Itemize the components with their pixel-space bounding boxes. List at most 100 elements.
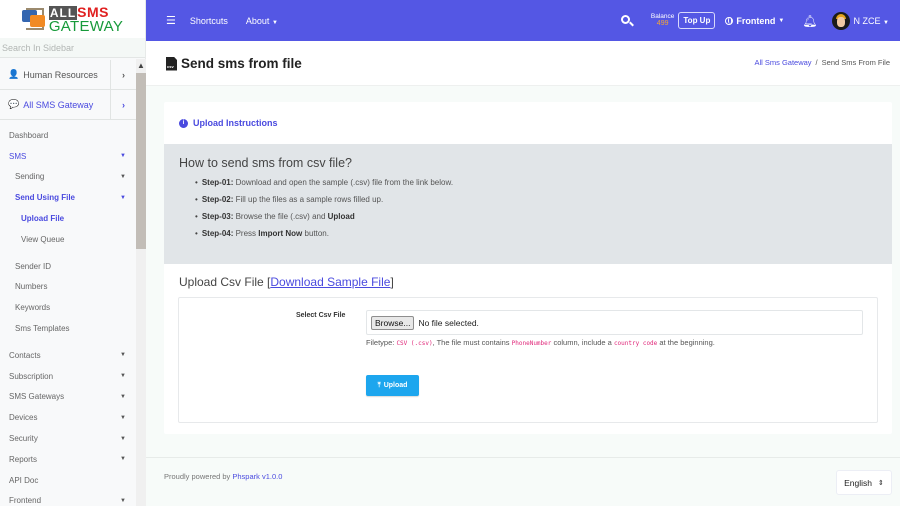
sidebar-item-subscription[interactable]: Subscription ▼ bbox=[0, 366, 136, 387]
sidebar-item-numbers[interactable]: Numbers bbox=[0, 277, 136, 298]
sidebar-search-input[interactable] bbox=[2, 42, 132, 53]
sidebar-item-send-using-file[interactable]: Send Using File ▼ bbox=[0, 187, 136, 208]
sidebar-item-label: Keywords bbox=[15, 303, 51, 313]
step-item: Step-02: Fill up the files as a sample r… bbox=[195, 195, 877, 212]
sidebar-item-label: Sending bbox=[15, 172, 45, 182]
user-dropdown[interactable]: N ZCE ▼ bbox=[854, 16, 889, 26]
sidebar-item-sending[interactable]: Sending ▼ bbox=[0, 167, 136, 188]
logo[interactable]: ALLSMS GATEWAY bbox=[0, 0, 145, 38]
sidebar-item-label: Devices bbox=[9, 413, 38, 423]
footer-credit: Proudly powered by Phspark v1.0.0 bbox=[164, 472, 283, 481]
sidebar-item-sender-id[interactable]: Sender ID bbox=[0, 256, 136, 277]
sidebar-item-label: Subscription bbox=[9, 371, 54, 381]
avatar[interactable] bbox=[831, 11, 850, 30]
sidebar-item-upload-file[interactable]: Upload File bbox=[0, 208, 136, 229]
caret-down-icon: ▼ bbox=[120, 414, 126, 421]
chevron-right-icon[interactable]: › bbox=[110, 89, 136, 120]
sidebar-item-label: Upload File bbox=[21, 214, 65, 224]
browse-button[interactable]: Browse... bbox=[371, 315, 415, 330]
upload-button[interactable]: ⤒ Upload bbox=[366, 375, 419, 396]
about-dropdown[interactable]: About ▼ bbox=[246, 16, 278, 26]
sidebar-item-sms[interactable]: SMS ▼ bbox=[0, 146, 136, 167]
sidebar-item-label: View Queue bbox=[21, 234, 65, 244]
sidebar-item-sms-templates[interactable]: Sms Templates bbox=[0, 318, 136, 339]
sort-icon: ⇕ bbox=[878, 479, 884, 487]
csv-file-input[interactable]: Browse... No file selected. bbox=[366, 310, 863, 335]
caret-down-icon: ▼ bbox=[120, 352, 126, 359]
sidebar-item-label: Reports bbox=[9, 454, 38, 464]
sidebar-item-label: Frontend bbox=[9, 496, 42, 506]
upload-button-label: Upload bbox=[383, 382, 408, 389]
accordion-all-sms-gateway[interactable]: 💬 All SMS Gateway › bbox=[0, 89, 136, 120]
language-select[interactable]: English ⇕ bbox=[836, 470, 892, 495]
caret-down-icon: ▼ bbox=[120, 173, 126, 180]
page-header: csv Send sms from file All Sms Gateway / S… bbox=[146, 41, 900, 86]
scroll-up-icon[interactable]: ▲ bbox=[136, 59, 146, 73]
caret-down-icon: ▼ bbox=[120, 456, 126, 463]
scrollbar-thumb[interactable] bbox=[136, 73, 146, 249]
phspark-link[interactable]: Phspark v1.0.0 bbox=[232, 472, 282, 481]
sidebar: ALLSMS GATEWAY 👤Human Resources › 💬All S… bbox=[0, 0, 146, 506]
sidebar-item-label: Security bbox=[9, 434, 38, 444]
sidebar-item-sms-gateways[interactable]: SMS Gateways ▼ bbox=[0, 387, 136, 408]
chevron-right-icon[interactable]: › bbox=[110, 59, 136, 90]
caret-down-icon: ▼ bbox=[120, 393, 126, 400]
shortcuts-link[interactable]: Shortcuts bbox=[190, 16, 228, 26]
sidebar-item-view-queue[interactable]: View Queue bbox=[0, 229, 136, 250]
breadcrumb-separator: / bbox=[815, 58, 818, 67]
sidebar-item-label: Contacts bbox=[9, 350, 41, 360]
instructions-panel: How to send sms from csv file? Step-01: … bbox=[164, 144, 892, 264]
card-header: i Upload Instructions bbox=[164, 102, 892, 144]
upload-icon: ⤒ bbox=[377, 381, 381, 389]
sidebar-item-label: API Doc bbox=[9, 475, 39, 485]
caret-down-icon: ▼ bbox=[778, 17, 785, 24]
chat-bubbles-icon bbox=[21, 8, 46, 30]
sidebar-item-label: Sender ID bbox=[15, 261, 52, 271]
hamburger-icon[interactable]: ☰ bbox=[166, 14, 176, 27]
balance-display: Balance 499 bbox=[651, 13, 675, 29]
sidebar-item-contacts[interactable]: Contacts ▼ bbox=[0, 345, 136, 366]
breadcrumb-parent-link[interactable]: All Sms Gateway bbox=[754, 58, 811, 67]
sidebar-item-api-doc[interactable]: API Doc bbox=[0, 470, 136, 491]
step-item: Step-04: Press Import Now button. bbox=[195, 229, 877, 246]
logo-text-gateway: GATEWAY bbox=[48, 17, 124, 35]
sidebar-item-label: SMS Gateways bbox=[9, 392, 65, 402]
sidebar-item-reports[interactable]: Reports ▼ bbox=[0, 449, 136, 470]
footer: Proudly powered by Phspark v1.0.0 Englis… bbox=[146, 457, 900, 506]
sidebar-search bbox=[0, 38, 145, 58]
download-sample-link[interactable]: Download Sample File bbox=[270, 275, 390, 289]
sidebar-item-keywords[interactable]: Keywords bbox=[0, 297, 136, 318]
caret-down-icon: ▼ bbox=[883, 19, 889, 26]
user-name: N ZCE bbox=[853, 15, 881, 26]
csv-file-icon: csv bbox=[166, 56, 177, 71]
sidebar-scrollbar[interactable]: ▲ bbox=[136, 59, 146, 506]
accordion-human-resources[interactable]: 👤 Human Resources › bbox=[0, 59, 136, 90]
globe-icon bbox=[725, 16, 734, 25]
filetype-hint: Filetype: CSV (.csv), The file must cont… bbox=[366, 338, 715, 347]
upload-card: i Upload Instructions How to send sms fr… bbox=[164, 102, 892, 434]
breadcrumb: All Sms Gateway / Send Sms From File bbox=[754, 58, 890, 67]
sidebar-item-label: Numbers bbox=[15, 282, 48, 292]
step-item: Step-03: Browse the file (.csv) and Uplo… bbox=[195, 212, 877, 229]
language-value: English bbox=[844, 477, 872, 488]
balance-value: 499 bbox=[656, 20, 669, 28]
page-title: Send sms from file bbox=[181, 56, 302, 71]
bell-icon[interactable]: 🔔︎ bbox=[802, 14, 817, 28]
comments-icon: 💬 bbox=[8, 99, 20, 109]
search-icon[interactable] bbox=[620, 14, 634, 28]
caret-down-icon: ▼ bbox=[271, 19, 278, 26]
accordion-label: All SMS Gateway bbox=[23, 99, 94, 110]
frontend-dropdown[interactable]: Frontend ▼ bbox=[725, 16, 784, 26]
caret-down-icon: ▼ bbox=[120, 435, 126, 442]
caret-down-icon: ▼ bbox=[120, 153, 126, 160]
sidebar-item-devices[interactable]: Devices ▼ bbox=[0, 407, 136, 428]
sidebar-item-label: Sms Templates bbox=[15, 324, 70, 334]
frontend-label: Frontend bbox=[736, 15, 776, 26]
info-icon: i bbox=[179, 118, 188, 128]
card-header-title: Upload Instructions bbox=[193, 118, 278, 128]
upload-title: Upload Csv File [Download Sample File] bbox=[179, 275, 394, 289]
top-up-button[interactable]: Top Up bbox=[678, 12, 716, 29]
sidebar-item-security[interactable]: Security ▼ bbox=[0, 428, 136, 449]
sidebar-item-dashboard[interactable]: Dashboard bbox=[0, 125, 136, 146]
sidebar-item-frontend[interactable]: Frontend ▼ bbox=[0, 491, 136, 506]
